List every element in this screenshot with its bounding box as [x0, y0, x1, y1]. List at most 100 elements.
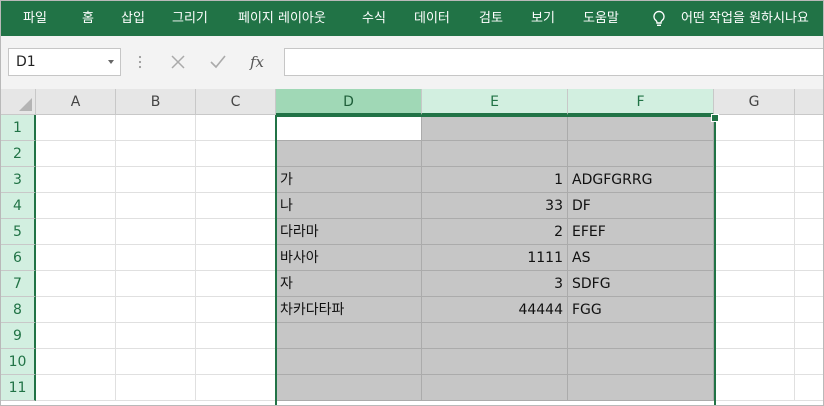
- cell-c11[interactable]: [196, 375, 276, 401]
- tab-file[interactable]: 파일: [23, 1, 47, 36]
- chevron-down-icon[interactable]: [108, 60, 114, 64]
- cell-b8[interactable]: [116, 297, 196, 323]
- cell-g10[interactable]: [714, 349, 795, 375]
- cell-b3[interactable]: [116, 167, 196, 193]
- cell-e1[interactable]: [422, 115, 568, 141]
- name-box[interactable]: D1: [8, 48, 121, 76]
- cell-h11[interactable]: [795, 375, 823, 401]
- cell-a6[interactable]: [36, 245, 116, 271]
- cell-f4[interactable]: DF: [568, 193, 714, 219]
- cell-c4[interactable]: [196, 193, 276, 219]
- column-header-f[interactable]: F: [568, 89, 714, 115]
- cell-f10[interactable]: [568, 349, 714, 375]
- tell-me-search[interactable]: 어떤 작업을 원하시나요: [681, 1, 809, 36]
- cell-b9[interactable]: [116, 323, 196, 349]
- cell-a7[interactable]: [36, 271, 116, 297]
- cell-d10[interactable]: [276, 349, 422, 375]
- cell-e6[interactable]: 1111: [422, 245, 568, 271]
- formula-input[interactable]: [284, 48, 823, 76]
- insert-function-icon[interactable]: fx: [250, 50, 264, 74]
- cell-d6[interactable]: 바사아: [276, 245, 422, 271]
- cell-g3[interactable]: [714, 167, 795, 193]
- cell-e9[interactable]: [422, 323, 568, 349]
- cell-h7[interactable]: [795, 271, 823, 297]
- tab-review[interactable]: 검토: [479, 1, 503, 36]
- cell-a9[interactable]: [36, 323, 116, 349]
- cell-e10[interactable]: [422, 349, 568, 375]
- cell-d5[interactable]: 다라마: [276, 219, 422, 245]
- cell-g1[interactable]: [714, 115, 795, 141]
- cell-a3[interactable]: [36, 167, 116, 193]
- row-header-10[interactable]: 10: [1, 349, 36, 375]
- cell-f1[interactable]: [568, 115, 714, 141]
- fill-handle[interactable]: [711, 114, 719, 122]
- cell-h6[interactable]: [795, 245, 823, 271]
- cell-a8[interactable]: [36, 297, 116, 323]
- cell-h9[interactable]: [795, 323, 823, 349]
- cell-c8[interactable]: [196, 297, 276, 323]
- select-all-button[interactable]: [1, 89, 36, 115]
- cell-h10[interactable]: [795, 349, 823, 375]
- cell-h4[interactable]: [795, 193, 823, 219]
- row-header-9[interactable]: 9: [1, 323, 36, 349]
- column-header-e[interactable]: E: [422, 89, 568, 115]
- cell-g5[interactable]: [714, 219, 795, 245]
- cell-d11[interactable]: [276, 375, 422, 401]
- cell-g9[interactable]: [714, 323, 795, 349]
- column-header-a[interactable]: A: [36, 89, 116, 115]
- tab-page-layout[interactable]: 페이지 레이아웃: [238, 1, 326, 36]
- cell-f11[interactable]: [568, 375, 714, 401]
- cell-b2[interactable]: [116, 141, 196, 167]
- cell-e4[interactable]: 33: [422, 193, 568, 219]
- row-header-2[interactable]: 2: [1, 141, 36, 167]
- cell-c1[interactable]: [196, 115, 276, 141]
- cell-a10[interactable]: [36, 349, 116, 375]
- cell-f8[interactable]: FGG: [568, 297, 714, 323]
- cell-g4[interactable]: [714, 193, 795, 219]
- cell-d8[interactable]: 차카다타파: [276, 297, 422, 323]
- row-header-7[interactable]: 7: [1, 271, 36, 297]
- cell-f6[interactable]: AS: [568, 245, 714, 271]
- cell-h3[interactable]: [795, 167, 823, 193]
- column-header-c[interactable]: C: [196, 89, 276, 115]
- cell-e3[interactable]: 1: [422, 167, 568, 193]
- cell-b7[interactable]: [116, 271, 196, 297]
- column-header-partial[interactable]: [795, 89, 823, 115]
- drag-handle-icon[interactable]: [138, 53, 142, 71]
- cell-c6[interactable]: [196, 245, 276, 271]
- cell-d1[interactable]: [276, 115, 422, 141]
- column-header-b[interactable]: B: [116, 89, 196, 115]
- cell-f3[interactable]: ADGFGRRG: [568, 167, 714, 193]
- cell-a2[interactable]: [36, 141, 116, 167]
- tab-draw[interactable]: 그리기: [172, 1, 208, 36]
- row-header-4[interactable]: 4: [1, 193, 36, 219]
- row-header-1[interactable]: 1: [1, 115, 36, 141]
- cell-c2[interactable]: [196, 141, 276, 167]
- cell-h5[interactable]: [795, 219, 823, 245]
- cell-c9[interactable]: [196, 323, 276, 349]
- cell-g6[interactable]: [714, 245, 795, 271]
- enter-check-icon[interactable]: [208, 50, 228, 74]
- cell-h8[interactable]: [795, 297, 823, 323]
- cell-e2[interactable]: [422, 141, 568, 167]
- cell-a4[interactable]: [36, 193, 116, 219]
- cell-b4[interactable]: [116, 193, 196, 219]
- cell-g8[interactable]: [714, 297, 795, 323]
- cell-g2[interactable]: [714, 141, 795, 167]
- column-header-g[interactable]: G: [714, 89, 795, 115]
- cell-d3[interactable]: 가: [276, 167, 422, 193]
- cell-f5[interactable]: EFEF: [568, 219, 714, 245]
- cell-d2[interactable]: [276, 141, 422, 167]
- cell-c5[interactable]: [196, 219, 276, 245]
- cancel-icon[interactable]: [169, 50, 187, 74]
- row-header-5[interactable]: 5: [1, 219, 36, 245]
- cell-a11[interactable]: [36, 375, 116, 401]
- cell-c7[interactable]: [196, 271, 276, 297]
- tab-help[interactable]: 도움말: [583, 1, 619, 36]
- cell-c10[interactable]: [196, 349, 276, 375]
- cell-c3[interactable]: [196, 167, 276, 193]
- cell-h1[interactable]: [795, 115, 823, 141]
- cell-g7[interactable]: [714, 271, 795, 297]
- cell-d7[interactable]: 자: [276, 271, 422, 297]
- cell-f2[interactable]: [568, 141, 714, 167]
